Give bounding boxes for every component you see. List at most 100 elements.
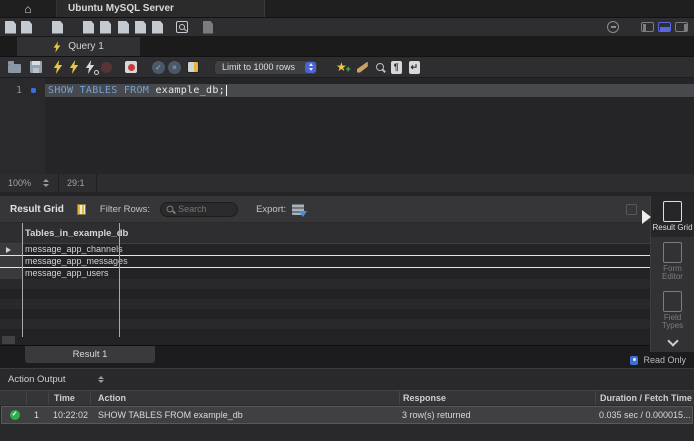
duration-column-header[interactable]: Duration / Fetch Time bbox=[595, 391, 694, 405]
stop-query-icon[interactable] bbox=[101, 62, 112, 73]
toggle-autocommit-icon[interactable] bbox=[187, 61, 199, 73]
read-only-badge: Read Only bbox=[630, 355, 686, 365]
output-selector-stepper[interactable] bbox=[98, 376, 104, 384]
form-editor-icon bbox=[663, 242, 682, 263]
row-selector[interactable] bbox=[0, 268, 22, 279]
explain-query-icon[interactable] bbox=[85, 60, 95, 74]
sidebar-item-label: Field Types bbox=[653, 314, 693, 331]
find-icon[interactable] bbox=[376, 63, 384, 71]
response-column-header[interactable]: Response bbox=[399, 391, 595, 405]
sql-editor-toolbar: ✓ × Limit to 1000 rows ★+ ¶ ↵ bbox=[0, 57, 694, 78]
output-row-time: 10:22:02 bbox=[49, 410, 91, 420]
filter-search-box[interactable] bbox=[160, 202, 238, 217]
query-tabbar: Query 1 bbox=[0, 37, 694, 57]
execute-query-icon[interactable] bbox=[53, 60, 63, 74]
toggle-right-panel-icon[interactable] bbox=[675, 22, 688, 32]
tab-query-1[interactable]: Query 1 bbox=[17, 37, 140, 56]
open-file-icon[interactable] bbox=[8, 64, 21, 73]
toggle-stop-on-error-icon[interactable] bbox=[125, 61, 137, 73]
column-header[interactable]: Tables_in_example_db bbox=[0, 228, 128, 239]
result-section: Result Grid Filter Rows: Export: Tables_… bbox=[0, 196, 694, 368]
table-row[interactable]: message_app_messages bbox=[0, 256, 694, 268]
rollback-icon[interactable]: × bbox=[168, 61, 181, 74]
grid-divider bbox=[22, 223, 23, 337]
table-row[interactable]: message_app_users bbox=[0, 268, 694, 279]
filter-rows-label: Filter Rows: bbox=[100, 204, 150, 215]
wrap-text-icon[interactable]: ↵ bbox=[409, 61, 420, 74]
grid-icon bbox=[77, 204, 86, 215]
time-column-header[interactable]: Time bbox=[48, 391, 90, 405]
inspector-icon[interactable] bbox=[52, 21, 63, 34]
save-icon[interactable] bbox=[30, 61, 42, 73]
create-schema-icon[interactable] bbox=[83, 21, 94, 34]
result-view-sidebar: Result Grid Form Editor Field Types bbox=[650, 196, 694, 352]
action-output-title: Action Output bbox=[0, 374, 66, 385]
toggle-output-panel-icon[interactable] bbox=[658, 22, 671, 32]
row-selector[interactable] bbox=[0, 244, 22, 255]
result-tab-label: Result 1 bbox=[73, 349, 108, 360]
result-grid-toolbar: Result Grid Filter Rows: Export: bbox=[0, 196, 694, 223]
beautify-sql-icon[interactable] bbox=[357, 62, 368, 73]
grid-header-row[interactable]: Tables_in_example_db bbox=[0, 223, 694, 244]
commit-icon[interactable]: ✓ bbox=[152, 61, 165, 74]
row-limit-dropdown[interactable]: Limit to 1000 rows bbox=[214, 60, 318, 75]
divider bbox=[96, 174, 97, 192]
sidebar-item-form-editor[interactable]: Form Editor bbox=[651, 237, 694, 286]
sql-editor[interactable]: 1 SHOW TABLES FROM example_db; bbox=[0, 78, 694, 174]
code-line[interactable]: SHOW TABLES FROM example_db; bbox=[48, 85, 227, 96]
statement-marker bbox=[31, 88, 36, 93]
dropdown-stepper-icon bbox=[305, 62, 316, 73]
empty-rows bbox=[0, 279, 694, 339]
zoom-stepper[interactable] bbox=[43, 179, 49, 187]
row-limit-value: Limit to 1000 rows bbox=[222, 62, 295, 72]
status-circle-icon[interactable] bbox=[607, 21, 619, 33]
output-row[interactable]: ✓ 1 10:22:02 SHOW TABLES FROM example_db… bbox=[1, 406, 693, 424]
output-column-header: Time Action Response Duration / Fetch Ti… bbox=[0, 390, 694, 406]
table-cell[interactable]: message_app_users bbox=[22, 268, 694, 279]
cursor-position: 29:1 bbox=[67, 178, 85, 188]
action-column-header[interactable]: Action bbox=[90, 391, 399, 405]
show-invisibles-icon[interactable]: ¶ bbox=[391, 61, 402, 74]
sidebar-item-label: Form Editor bbox=[653, 265, 693, 282]
output-row-duration: 0.035 sec / 0.000015... bbox=[595, 410, 692, 420]
lock-icon bbox=[630, 356, 638, 365]
mysql-workbench-window: ⌂ Ubuntu MySQL Server Query 1 ✓ bbox=[0, 0, 694, 441]
row-pointer-icon bbox=[6, 247, 11, 253]
toggle-left-panel-icon[interactable] bbox=[641, 22, 654, 32]
output-row-action: SHOW TABLES FROM example_db bbox=[91, 410, 399, 420]
tools-icon[interactable] bbox=[203, 21, 213, 34]
row-selector[interactable] bbox=[0, 256, 22, 267]
connection-tab[interactable]: Ubuntu MySQL Server bbox=[57, 0, 265, 17]
create-procedure-icon[interactable] bbox=[135, 21, 146, 34]
bolt-icon bbox=[53, 41, 61, 53]
grid-corner-cell bbox=[2, 336, 15, 344]
grid-panel-icon[interactable] bbox=[626, 204, 637, 215]
query-tab-label: Query 1 bbox=[68, 41, 104, 52]
connection-tab-label: Ubuntu MySQL Server bbox=[68, 3, 174, 14]
result-grid-icon bbox=[663, 201, 682, 222]
table-cell[interactable]: message_app_messages bbox=[22, 256, 694, 267]
execute-statement-icon[interactable] bbox=[69, 60, 79, 74]
home-tab[interactable]: ⌂ bbox=[0, 0, 57, 17]
export-label: Export: bbox=[256, 204, 286, 215]
output-empty-area bbox=[0, 424, 694, 441]
create-table-icon[interactable] bbox=[100, 21, 111, 34]
result-grid: Tables_in_example_db message_app_channel… bbox=[0, 223, 694, 345]
search-icon[interactable] bbox=[176, 21, 188, 33]
save-snippet-icon[interactable]: ★+ bbox=[336, 61, 347, 73]
active-pointer-icon bbox=[642, 210, 651, 224]
open-script-icon[interactable] bbox=[21, 21, 32, 34]
table-cell[interactable]: message_app_channels bbox=[22, 244, 694, 255]
sidebar-item-field-types[interactable]: Field Types bbox=[651, 286, 694, 335]
create-function-icon[interactable] bbox=[152, 21, 163, 34]
column-divider[interactable] bbox=[119, 223, 120, 337]
table-row[interactable]: message_app_channels bbox=[0, 244, 694, 256]
text-cursor bbox=[226, 85, 227, 96]
chevron-down-icon[interactable] bbox=[667, 335, 678, 346]
tab-result-1[interactable]: Result 1 bbox=[25, 346, 155, 363]
sidebar-item-result-grid[interactable]: Result Grid bbox=[651, 196, 694, 237]
create-view-icon[interactable] bbox=[118, 21, 129, 34]
search-input[interactable] bbox=[178, 204, 230, 214]
export-icon[interactable] bbox=[292, 204, 304, 215]
new-query-tab-icon[interactable] bbox=[5, 21, 16, 34]
